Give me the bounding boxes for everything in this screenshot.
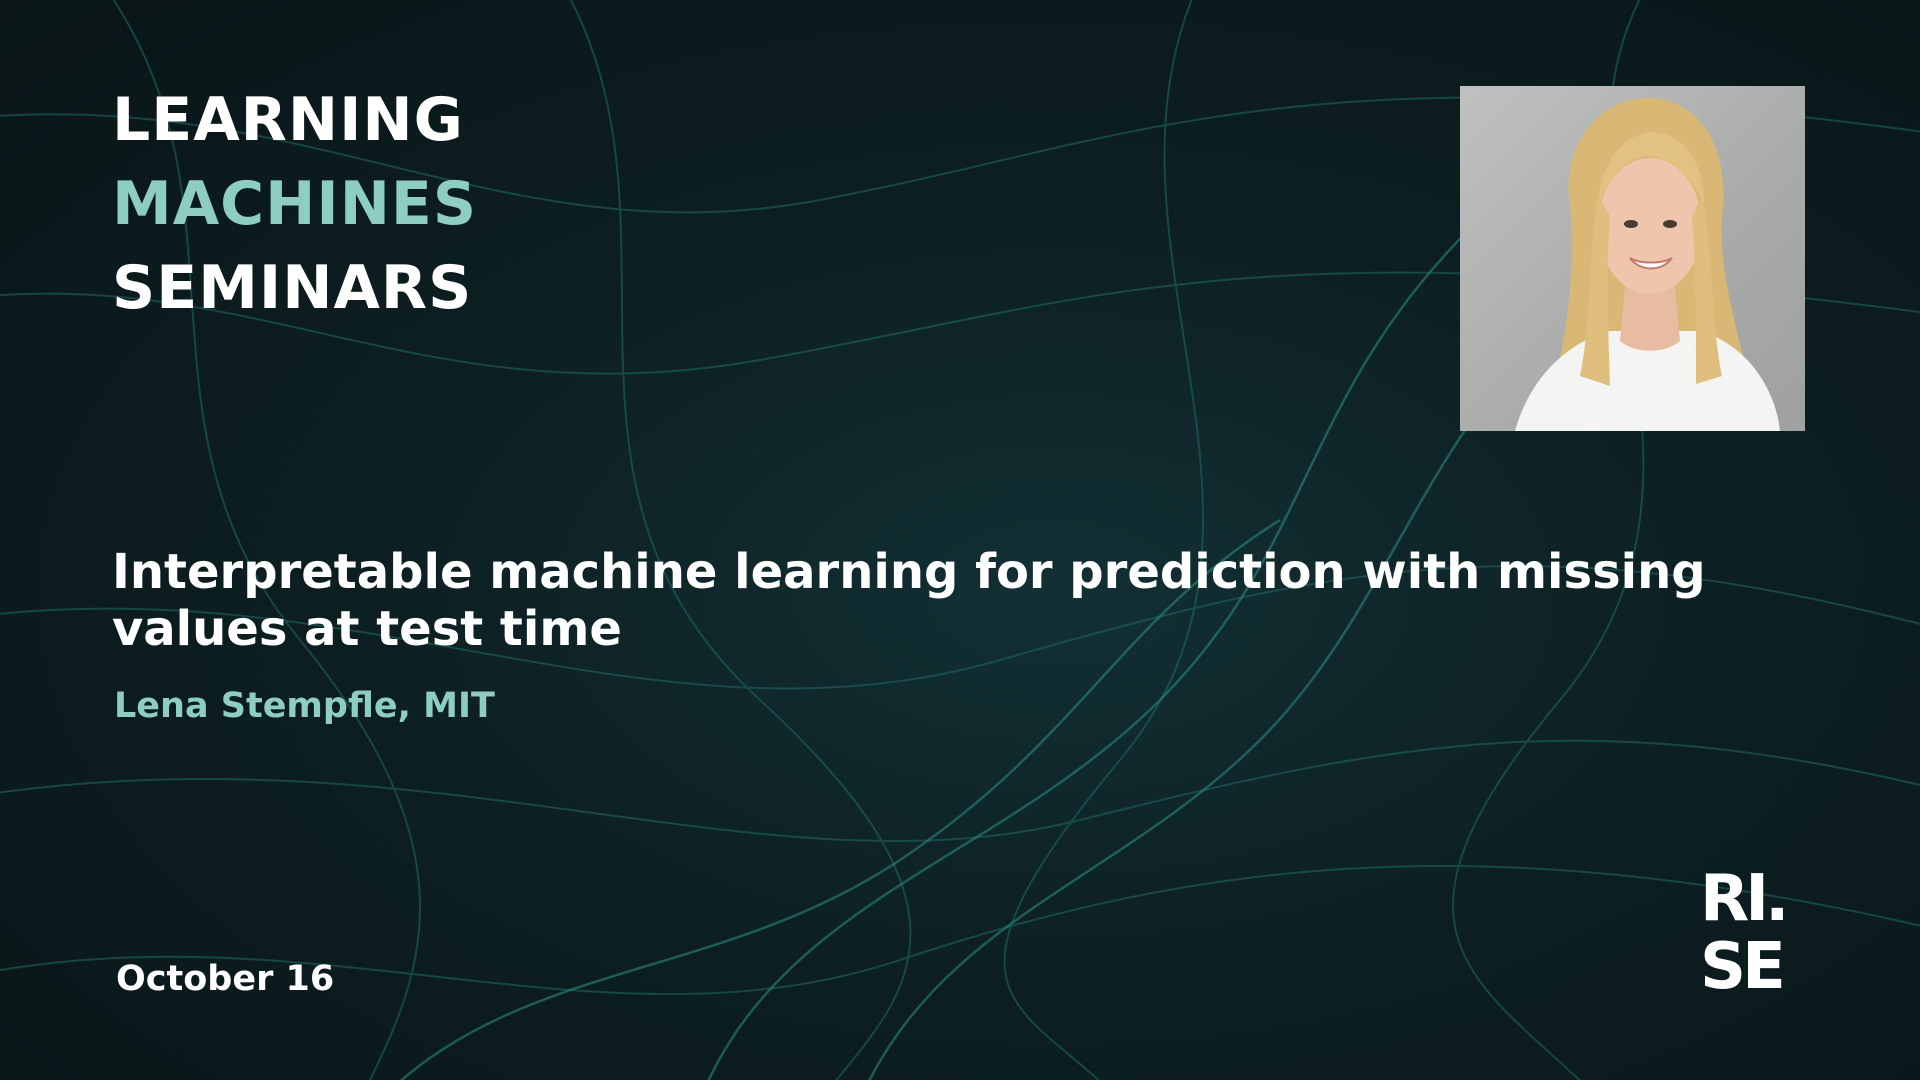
talk-title: Interpretable machine learning for predi…	[112, 544, 1706, 657]
rise-logo: RI. SE	[1700, 862, 1810, 992]
speaker-photo-icon	[1515, 97, 1780, 431]
speaker-name: Lena Stempfle, MIT	[114, 686, 495, 726]
svg-text:RI.: RI.	[1700, 862, 1785, 936]
rise-logo-icon: RI. SE	[1700, 862, 1789, 992]
event-date: October 16	[116, 959, 335, 999]
series-title-line-2: MACHINES	[112, 169, 478, 239]
series-title-line-1: LEARNING	[112, 85, 464, 155]
series-title-line-3: SEMINARS	[112, 253, 473, 323]
seminar-slide: LEARNING MACHINES SEMINARS Interpretable…	[0, 0, 1920, 1080]
speaker-photo	[1460, 86, 1805, 431]
svg-text:SE: SE	[1700, 930, 1782, 992]
series-title: LEARNING MACHINES SEMINARS	[112, 78, 477, 330]
